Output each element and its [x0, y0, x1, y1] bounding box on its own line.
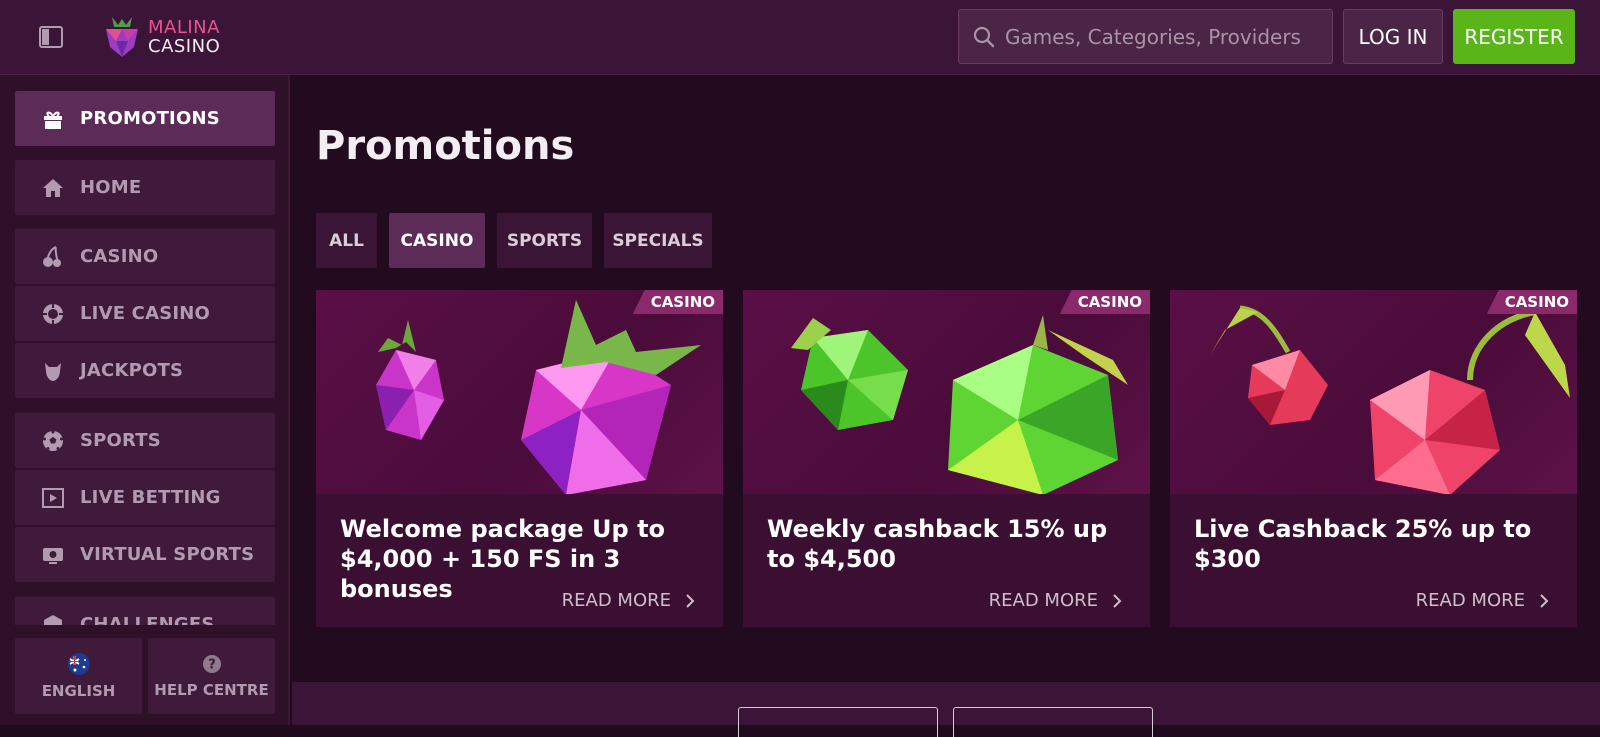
card-title: Weekly cashback 15% up to $4,500: [767, 515, 1108, 573]
sidebar: PROMOTIONS HOME CASINO LIVE CASINO JACKP…: [0, 75, 290, 725]
raspberry-logo-icon: [106, 17, 138, 57]
card-badge: CASINO: [1059, 290, 1150, 314]
footer-language-select[interactable]: [738, 707, 938, 737]
sidebar-item-label: JACKPOTS: [80, 360, 184, 381]
cherries-image: [1170, 290, 1577, 494]
promo-card[interactable]: CASINO Welcome package Up to $4,000 + 15…: [316, 290, 723, 627]
main-content: Promotions ALL CASINO SPORTS SPECIALS CA…: [292, 75, 1600, 737]
help-centre-button[interactable]: ? HELP CENTRE: [148, 638, 275, 714]
tab-casino[interactable]: CASINO: [389, 213, 485, 268]
cherries-icon: [40, 244, 66, 270]
sidebar-item-label: PROMOTIONS: [80, 108, 220, 129]
promo-card[interactable]: CASINO Live Cashback 25% up to $300 READ…: [1170, 290, 1577, 627]
login-button[interactable]: LOG IN: [1343, 9, 1443, 64]
footer-strip: [292, 682, 1600, 725]
help-centre-label: HELP CENTRE: [154, 680, 269, 699]
top-bar: MALINA CASINO LOG IN REGISTER: [0, 0, 1600, 75]
sidebar-item-home[interactable]: HOME: [15, 160, 275, 215]
read-more-link[interactable]: READ MORE: [562, 590, 695, 611]
card-badge: CASINO: [632, 290, 723, 314]
read-more-label: READ MORE: [561, 590, 671, 611]
chevron-right-icon: [1540, 593, 1549, 608]
logo[interactable]: MALINA CASINO: [102, 12, 232, 62]
raspberries-image: [316, 290, 723, 494]
sidebar-item-jackpots[interactable]: JACKPOTS: [15, 343, 275, 398]
read-more-link[interactable]: READ MORE: [1416, 590, 1549, 611]
green-apples-image: [743, 290, 1150, 494]
virtual-icon: [40, 542, 66, 568]
card-title: Live Cashback 25% up to $300: [1194, 515, 1532, 573]
sidebar-item-label: CHALLENGES: [80, 614, 215, 625]
promo-card[interactable]: CASINO Weekly cashback 15% up to $4,500 …: [743, 290, 1150, 627]
home-icon: [40, 175, 66, 201]
badge-icon: [40, 612, 66, 625]
sidebar-item-label: VIRTUAL SPORTS: [80, 544, 255, 565]
logo-line-1: MALINA: [148, 17, 220, 38]
sidebar-item-label: HOME: [80, 177, 142, 198]
live-screen-icon: [40, 485, 66, 511]
tab-specials[interactable]: SPECIALS: [604, 213, 712, 268]
register-button[interactable]: REGISTER: [1453, 9, 1575, 64]
sidebar-item-live-casino[interactable]: LIVE CASINO: [15, 286, 275, 341]
sidebar-nav: PROMOTIONS HOME CASINO LIVE CASINO JACKP…: [15, 91, 275, 625]
sidebar-item-promotions[interactable]: PROMOTIONS: [15, 91, 275, 146]
sidebar-bottom: ENGLISH ? HELP CENTRE: [15, 638, 275, 714]
footer-option-select[interactable]: [953, 707, 1153, 737]
sidebar-item-challenges[interactable]: CHALLENGES: [15, 597, 275, 625]
tab-sports[interactable]: SPORTS: [497, 213, 592, 268]
chevron-right-icon: [686, 593, 695, 608]
sidebar-item-label: SPORTS: [80, 430, 161, 451]
logo-line-2: CASINO: [148, 36, 221, 57]
sidebar-item-label: CASINO: [80, 246, 159, 267]
help-icon: ?: [202, 654, 221, 673]
sidebar-item-casino[interactable]: CASINO: [15, 229, 275, 284]
language-button[interactable]: ENGLISH: [15, 638, 142, 714]
read-more-label: READ MORE: [988, 590, 1098, 611]
svg-text:?: ?: [208, 657, 216, 672]
chip-icon: [40, 301, 66, 327]
read-more-label: READ MORE: [1415, 590, 1525, 611]
sidebar-item-virtual-sports[interactable]: VIRTUAL SPORTS: [15, 527, 275, 582]
read-more-link[interactable]: READ MORE: [989, 590, 1122, 611]
gift-icon: [40, 106, 66, 132]
card-badge: CASINO: [1486, 290, 1577, 314]
sidebar-toggle-icon[interactable]: [36, 22, 66, 52]
search-icon: [973, 26, 995, 47]
australia-flag-icon: [67, 652, 90, 675]
sidebar-item-live-betting[interactable]: LIVE BETTING: [15, 470, 275, 525]
sidebar-item-sports[interactable]: SPORTS: [15, 413, 275, 468]
language-label: ENGLISH: [41, 681, 116, 700]
tab-all[interactable]: ALL: [316, 213, 377, 268]
search-input[interactable]: [1005, 24, 1325, 49]
soccer-ball-icon: [40, 428, 66, 454]
sidebar-item-label: LIVE CASINO: [80, 303, 211, 324]
dragon-icon: [40, 358, 66, 384]
search-box[interactable]: [958, 9, 1333, 64]
page-title: Promotions: [316, 123, 575, 169]
chevron-right-icon: [1113, 593, 1122, 608]
sidebar-item-label: LIVE BETTING: [80, 487, 221, 508]
